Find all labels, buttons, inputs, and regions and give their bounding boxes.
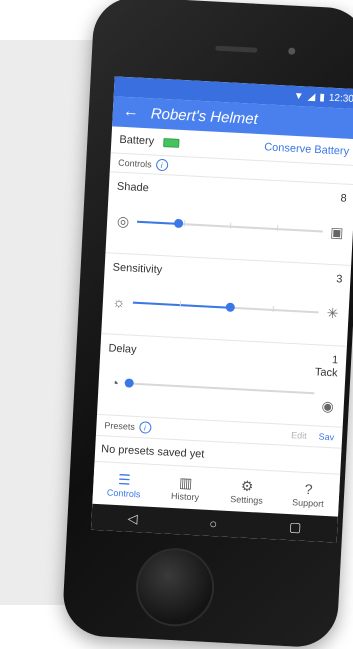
app-title: Robert's Helmet: [150, 105, 258, 128]
signal-icon: ◢: [307, 91, 315, 102]
battery-level-icon: [163, 138, 179, 148]
tab-controls[interactable]: ☰ Controls: [92, 462, 156, 509]
tab-label: History: [171, 491, 200, 502]
conserve-battery-button[interactable]: Conserve Battery: [264, 141, 349, 157]
slider-thumb[interactable]: [225, 303, 234, 312]
slider-fill: [133, 302, 230, 309]
phone-screen: ▼ ◢ ▮ 12:30 ← Robert's Helmet Battery Co…: [91, 76, 353, 542]
save-button[interactable]: Sav: [318, 432, 334, 443]
battery-icon: ▮: [319, 92, 325, 103]
edit-button[interactable]: Edit: [291, 430, 307, 441]
phone-device: ▼ ◢ ▮ 12:30 ← Robert's Helmet Battery Co…: [61, 0, 353, 649]
battery-label: Battery: [119, 134, 154, 148]
tab-support[interactable]: ? Support: [276, 472, 340, 519]
shade-value: 8: [340, 192, 347, 205]
info-icon[interactable]: i: [139, 421, 152, 434]
sliders-icon: ☰: [118, 472, 131, 487]
tab-history[interactable]: ▥ History: [154, 465, 218, 512]
nav-home-icon[interactable]: ○: [209, 515, 218, 530]
delay-low-icon: ◔: [106, 374, 123, 391]
shade-low-icon: ◎: [115, 213, 132, 230]
slider-thumb[interactable]: [124, 378, 133, 387]
shade-slider[interactable]: [137, 221, 323, 233]
sensitivity-value: 3: [336, 273, 343, 286]
status-time: 12:30: [329, 92, 353, 104]
shade-high-icon: ▣: [328, 224, 345, 241]
sensitivity-low-icon: ☼: [111, 294, 128, 311]
phone-speaker: [215, 46, 257, 53]
tab-settings[interactable]: ⚙ Settings: [215, 468, 279, 515]
delay-control: Delay 1 Tack ◔ ◉: [97, 334, 347, 428]
delay-value-unit: Tack: [315, 366, 338, 379]
delay-high-icon: ◉: [319, 398, 336, 415]
sensitivity-control: Sensitivity 3 ☼ ✳: [101, 253, 351, 347]
delay-slider[interactable]: [129, 383, 315, 395]
help-icon: ?: [304, 482, 313, 496]
phone-camera: [288, 47, 295, 54]
shade-control: Shade 8 ◎ ▣: [105, 172, 353, 266]
battery-label-group: Battery: [119, 134, 179, 149]
nav-recents-icon[interactable]: ▢: [289, 519, 302, 536]
tab-label: Support: [292, 497, 324, 509]
presets-label-group: Presets i: [104, 419, 151, 433]
presets-actions: Edit Sav: [291, 430, 334, 442]
tab-label: Settings: [230, 494, 263, 506]
sensitivity-high-icon: ✳: [324, 305, 341, 322]
slider-thumb[interactable]: [174, 219, 183, 228]
wifi-icon: ▼: [294, 90, 304, 102]
nav-back-icon[interactable]: ◁: [127, 511, 138, 528]
sensitivity-label: Sensitivity: [112, 262, 162, 277]
bar-chart-icon: ▥: [179, 475, 193, 490]
delay-value: 1 Tack: [315, 353, 339, 380]
delay-value-number: 1: [332, 354, 339, 366]
sensitivity-slider[interactable]: [133, 302, 319, 314]
back-arrow-icon[interactable]: ←: [122, 103, 139, 122]
presets-label: Presets: [104, 420, 135, 432]
info-icon[interactable]: i: [155, 159, 168, 172]
slider-fill: [137, 221, 178, 225]
shade-label: Shade: [117, 181, 149, 195]
gear-icon: ⚙: [241, 479, 254, 494]
home-button[interactable]: [134, 546, 216, 628]
tab-label: Controls: [107, 488, 141, 500]
controls-label: Controls: [118, 158, 152, 170]
delay-label: Delay: [108, 342, 137, 355]
